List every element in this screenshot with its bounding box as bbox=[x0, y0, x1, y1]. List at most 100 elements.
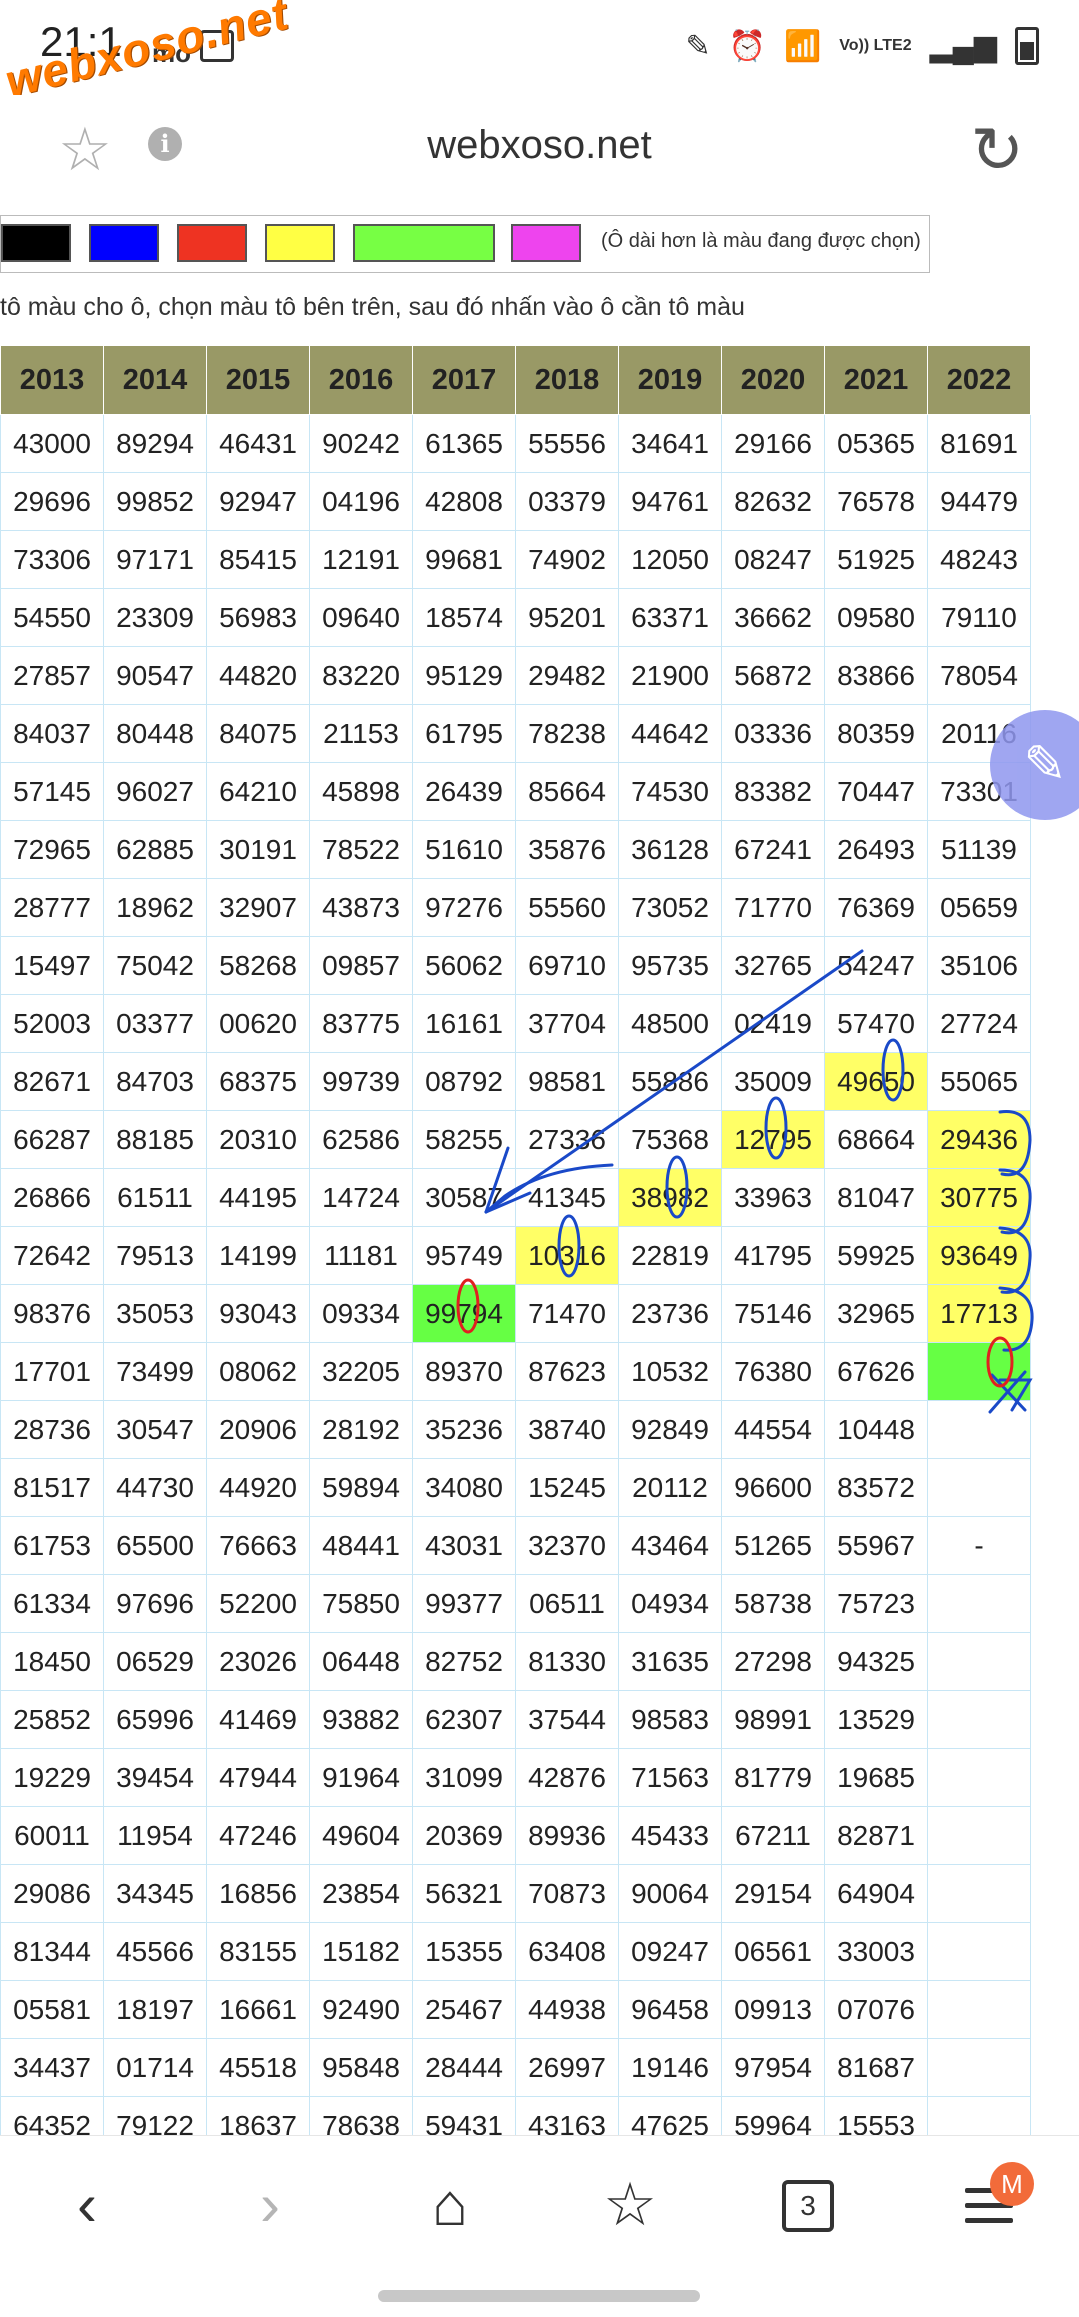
result-cell[interactable]: 49604 bbox=[309, 1806, 413, 1865]
result-cell[interactable]: 70447 bbox=[824, 762, 928, 821]
result-cell[interactable]: 75042 bbox=[103, 936, 207, 995]
result-cell[interactable]: 37544 bbox=[515, 1690, 619, 1749]
result-cell[interactable]: 57145 bbox=[0, 762, 104, 821]
result-cell[interactable]: 51925 bbox=[824, 530, 928, 589]
result-cell[interactable]: 06561 bbox=[721, 1922, 825, 1981]
result-cell[interactable]: 71770 bbox=[721, 878, 825, 937]
result-cell[interactable]: 23026 bbox=[206, 1632, 310, 1691]
result-cell[interactable]: 82871 bbox=[824, 1806, 928, 1865]
result-cell[interactable]: 16161 bbox=[412, 994, 516, 1053]
result-cell[interactable]: 61511 bbox=[103, 1168, 207, 1227]
result-cell[interactable]: 78238 bbox=[515, 704, 619, 763]
result-cell[interactable]: 16661 bbox=[206, 1980, 310, 2039]
tabs-button[interactable]: 3 bbox=[782, 2180, 834, 2232]
result-cell[interactable]: 83866 bbox=[824, 646, 928, 705]
color-swatch-red[interactable] bbox=[177, 224, 247, 262]
result-cell[interactable]: 59894 bbox=[309, 1458, 413, 1517]
result-cell[interactable]: 55886 bbox=[618, 1052, 722, 1111]
result-cell[interactable]: 32205 bbox=[309, 1342, 413, 1401]
result-cell[interactable]: 43000 bbox=[0, 414, 104, 473]
result-cell[interactable]: 72642 bbox=[0, 1226, 104, 1285]
result-cell[interactable] bbox=[927, 1632, 1031, 1691]
result-cell[interactable]: 97276 bbox=[412, 878, 516, 937]
result-cell[interactable]: 90064 bbox=[618, 1864, 722, 1923]
result-cell[interactable]: 97696 bbox=[103, 1574, 207, 1633]
result-cell[interactable]: 81344 bbox=[0, 1922, 104, 1981]
result-cell[interactable]: 08792 bbox=[412, 1052, 516, 1111]
result-cell[interactable]: 33003 bbox=[824, 1922, 928, 1981]
result-cell[interactable]: 81691 bbox=[927, 414, 1031, 473]
result-cell[interactable]: 57470 bbox=[824, 994, 928, 1053]
result-cell[interactable]: 28777 bbox=[0, 878, 104, 937]
result-cell[interactable]: 39454 bbox=[103, 1748, 207, 1807]
result-cell[interactable]: 26439 bbox=[412, 762, 516, 821]
result-cell[interactable] bbox=[927, 1690, 1031, 1749]
result-cell[interactable]: 73499 bbox=[103, 1342, 207, 1401]
result-cell[interactable]: 73052 bbox=[618, 878, 722, 937]
result-cell[interactable]: 97171 bbox=[103, 530, 207, 589]
result-cell[interactable]: 56983 bbox=[206, 588, 310, 647]
result-cell[interactable]: 45566 bbox=[103, 1922, 207, 1981]
result-cell[interactable]: 83775 bbox=[309, 994, 413, 1053]
reload-icon[interactable]: ↻ bbox=[970, 113, 1024, 188]
result-cell[interactable]: 03377 bbox=[103, 994, 207, 1053]
result-cell[interactable]: 67241 bbox=[721, 820, 825, 879]
result-cell[interactable]: 14199 bbox=[206, 1226, 310, 1285]
result-cell[interactable]: 34080 bbox=[412, 1458, 516, 1517]
result-cell[interactable] bbox=[927, 1400, 1031, 1459]
result-cell[interactable]: 21900 bbox=[618, 646, 722, 705]
result-cell[interactable]: 98376 bbox=[0, 1284, 104, 1343]
result-cell[interactable]: 99852 bbox=[103, 472, 207, 531]
result-cell[interactable]: 82632 bbox=[721, 472, 825, 531]
back-icon[interactable]: ‹ bbox=[42, 2170, 132, 2239]
result-cell[interactable]: 81687 bbox=[824, 2038, 928, 2097]
result-cell[interactable]: 72965 bbox=[0, 820, 104, 879]
result-cell[interactable]: 42808 bbox=[412, 472, 516, 531]
result-cell[interactable]: 09580 bbox=[824, 588, 928, 647]
result-cell[interactable]: 45433 bbox=[618, 1806, 722, 1865]
result-cell[interactable]: 99794 bbox=[412, 1284, 516, 1343]
result-cell[interactable]: 10532 bbox=[618, 1342, 722, 1401]
result-cell[interactable]: 95735 bbox=[618, 936, 722, 995]
result-cell[interactable]: 25467 bbox=[412, 1980, 516, 2039]
result-cell[interactable]: 44920 bbox=[206, 1458, 310, 1517]
result-cell[interactable]: 35009 bbox=[721, 1052, 825, 1111]
result-cell[interactable]: 09334 bbox=[309, 1284, 413, 1343]
result-cell[interactable]: 32765 bbox=[721, 936, 825, 995]
result-cell[interactable]: 56872 bbox=[721, 646, 825, 705]
result-cell[interactable]: 48500 bbox=[618, 994, 722, 1053]
result-cell[interactable]: 71563 bbox=[618, 1748, 722, 1807]
result-cell[interactable]: 83220 bbox=[309, 646, 413, 705]
result-cell[interactable]: 78054 bbox=[927, 646, 1031, 705]
result-cell[interactable]: 62307 bbox=[412, 1690, 516, 1749]
result-cell[interactable]: 18450 bbox=[0, 1632, 104, 1691]
result-cell[interactable]: 28736 bbox=[0, 1400, 104, 1459]
result-cell[interactable]: 32965 bbox=[824, 1284, 928, 1343]
result-cell[interactable]: 44554 bbox=[721, 1400, 825, 1459]
result-cell[interactable]: 30547 bbox=[103, 1400, 207, 1459]
result-cell[interactable]: 26866 bbox=[0, 1168, 104, 1227]
result-cell[interactable]: 54550 bbox=[0, 588, 104, 647]
result-cell[interactable]: 89370 bbox=[412, 1342, 516, 1401]
result-cell[interactable]: 83155 bbox=[206, 1922, 310, 1981]
result-cell[interactable]: 93649 bbox=[927, 1226, 1031, 1285]
result-cell[interactable]: 10316 bbox=[515, 1226, 619, 1285]
result-cell[interactable]: 59925 bbox=[824, 1226, 928, 1285]
result-cell[interactable]: 81779 bbox=[721, 1748, 825, 1807]
result-cell[interactable]: 32370 bbox=[515, 1516, 619, 1575]
result-cell[interactable]: 27298 bbox=[721, 1632, 825, 1691]
result-cell[interactable]: 49650 bbox=[824, 1052, 928, 1111]
result-cell[interactable]: 90242 bbox=[309, 414, 413, 473]
gesture-home-bar[interactable] bbox=[378, 2290, 700, 2302]
result-cell[interactable]: 88185 bbox=[103, 1110, 207, 1169]
result-cell[interactable]: 81517 bbox=[0, 1458, 104, 1517]
color-swatch-black[interactable] bbox=[1, 224, 71, 262]
result-cell[interactable]: 29696 bbox=[0, 472, 104, 531]
result-cell[interactable]: 73306 bbox=[0, 530, 104, 589]
result-cell[interactable]: 36128 bbox=[618, 820, 722, 879]
result-cell[interactable]: 43873 bbox=[309, 878, 413, 937]
result-cell[interactable]: 81047 bbox=[824, 1168, 928, 1227]
result-cell[interactable]: 76663 bbox=[206, 1516, 310, 1575]
color-swatch-green-selected[interactable] bbox=[353, 224, 495, 262]
url-field[interactable]: webxoso.net bbox=[0, 123, 1079, 168]
